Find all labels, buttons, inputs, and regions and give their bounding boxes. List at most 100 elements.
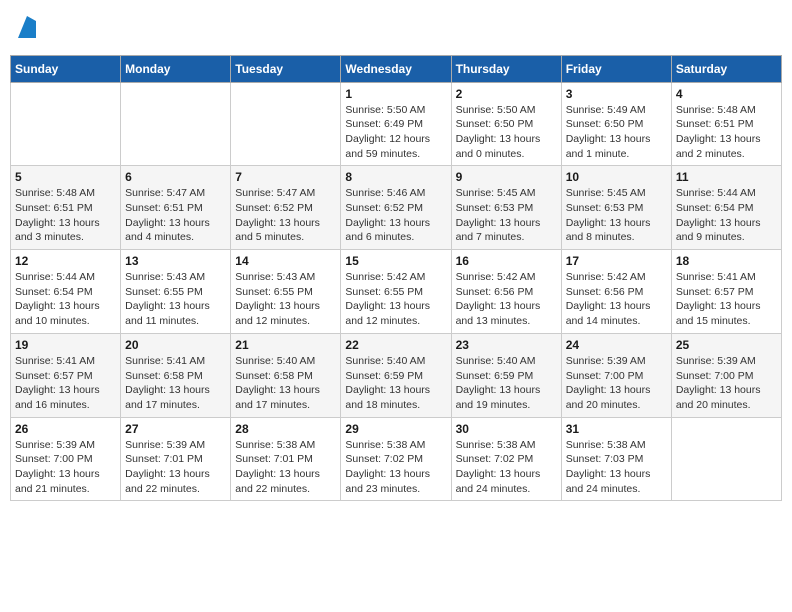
day-cell: 24 Sunrise: 5:39 AM Sunset: 7:00 PM Dayli… <box>561 333 671 417</box>
day-cell: 1Sunrise: 5:50 AM Sunset: 6:49 PM Daylig… <box>341 82 451 166</box>
day-info: Sunrise: 5:41 AM Sunset: 6:57 PM Dayligh… <box>676 270 777 329</box>
day-cell: 6 Sunrise: 5:47 AM Sunset: 6:51 PM Daylig… <box>121 166 231 250</box>
day-cell: 29 Sunrise: 5:38 AM Sunset: 7:02 PM Dayli… <box>341 417 451 501</box>
day-number: 8 <box>345 170 446 184</box>
day-info: Sunrise: 5:45 AM Sunset: 6:53 PM Dayligh… <box>456 186 557 245</box>
day-number: 2 <box>456 87 557 101</box>
day-number: 20 <box>125 338 226 352</box>
day-info: Sunrise: 5:46 AM Sunset: 6:52 PM Dayligh… <box>345 186 446 245</box>
day-number: 29 <box>345 422 446 436</box>
day-info: Sunrise: 5:39 AM Sunset: 7:00 PM Dayligh… <box>566 354 667 413</box>
day-number: 11 <box>676 170 777 184</box>
day-info: Sunrise: 5:44 AM Sunset: 6:54 PM Dayligh… <box>676 186 777 245</box>
day-info: Sunrise: 5:44 AM Sunset: 6:54 PM Dayligh… <box>15 270 116 329</box>
day-number: 4 <box>676 87 777 101</box>
week-row-5: 26 Sunrise: 5:39 AM Sunset: 7:00 PM Dayli… <box>11 417 782 501</box>
day-info: Sunrise: 5:38 AM Sunset: 7:03 PM Dayligh… <box>566 438 667 497</box>
day-number: 27 <box>125 422 226 436</box>
day-info: Sunrise: 5:41 AM Sunset: 6:57 PM Dayligh… <box>15 354 116 413</box>
day-info: Sunrise: 5:40 AM Sunset: 6:59 PM Dayligh… <box>345 354 446 413</box>
day-cell: 4 Sunrise: 5:48 AM Sunset: 6:51 PM Daylig… <box>671 82 781 166</box>
day-cell: 28Sunrise: 5:38 AM Sunset: 7:01 PM Dayli… <box>231 417 341 501</box>
day-info: Sunrise: 5:39 AM Sunset: 7:00 PM Dayligh… <box>676 354 777 413</box>
logo-icon <box>18 16 36 38</box>
day-number: 30 <box>456 422 557 436</box>
day-info: Sunrise: 5:39 AM Sunset: 7:01 PM Dayligh… <box>125 438 226 497</box>
day-info: Sunrise: 5:42 AM Sunset: 6:56 PM Dayligh… <box>566 270 667 329</box>
day-cell: 19Sunrise: 5:41 AM Sunset: 6:57 PM Dayli… <box>11 333 121 417</box>
day-number: 24 <box>566 338 667 352</box>
day-info: Sunrise: 5:50 AM Sunset: 6:50 PM Dayligh… <box>456 103 557 162</box>
week-row-3: 12 Sunrise: 5:44 AM Sunset: 6:54 PM Dayli… <box>11 250 782 334</box>
day-cell: 8 Sunrise: 5:46 AM Sunset: 6:52 PM Daylig… <box>341 166 451 250</box>
day-cell: 14 Sunrise: 5:43 AM Sunset: 6:55 PM Dayli… <box>231 250 341 334</box>
day-number: 12 <box>15 254 116 268</box>
calendar-table: SundayMondayTuesdayWednesdayThursdayFrid… <box>10 55 782 502</box>
day-number: 3 <box>566 87 667 101</box>
day-cell: 26 Sunrise: 5:39 AM Sunset: 7:00 PM Dayli… <box>11 417 121 501</box>
day-info: Sunrise: 5:41 AM Sunset: 6:58 PM Dayligh… <box>125 354 226 413</box>
day-cell: 25 Sunrise: 5:39 AM Sunset: 7:00 PM Dayli… <box>671 333 781 417</box>
weekday-sunday: Sunday <box>11 55 121 82</box>
day-info: Sunrise: 5:38 AM Sunset: 7:02 PM Dayligh… <box>345 438 446 497</box>
day-cell <box>231 82 341 166</box>
day-info: Sunrise: 5:39 AM Sunset: 7:00 PM Dayligh… <box>15 438 116 497</box>
weekday-tuesday: Tuesday <box>231 55 341 82</box>
day-cell: 9 Sunrise: 5:45 AM Sunset: 6:53 PM Daylig… <box>451 166 561 250</box>
logo <box>16 14 36 43</box>
day-info: Sunrise: 5:47 AM Sunset: 6:52 PM Dayligh… <box>235 186 336 245</box>
day-cell: 23 Sunrise: 5:40 AM Sunset: 6:59 PM Dayli… <box>451 333 561 417</box>
day-number: 26 <box>15 422 116 436</box>
weekday-header-row: SundayMondayTuesdayWednesdayThursdayFrid… <box>11 55 782 82</box>
day-number: 23 <box>456 338 557 352</box>
day-info: Sunrise: 5:38 AM Sunset: 7:02 PM Dayligh… <box>456 438 557 497</box>
day-cell <box>671 417 781 501</box>
day-number: 14 <box>235 254 336 268</box>
day-cell: 10 Sunrise: 5:45 AM Sunset: 6:53 PM Dayli… <box>561 166 671 250</box>
day-info: Sunrise: 5:47 AM Sunset: 6:51 PM Dayligh… <box>125 186 226 245</box>
day-info: Sunrise: 5:43 AM Sunset: 6:55 PM Dayligh… <box>235 270 336 329</box>
day-cell: 7Sunrise: 5:47 AM Sunset: 6:52 PM Daylig… <box>231 166 341 250</box>
day-info: Sunrise: 5:42 AM Sunset: 6:56 PM Dayligh… <box>456 270 557 329</box>
week-row-1: 1Sunrise: 5:50 AM Sunset: 6:49 PM Daylig… <box>11 82 782 166</box>
day-number: 21 <box>235 338 336 352</box>
day-cell <box>121 82 231 166</box>
week-row-2: 5Sunrise: 5:48 AM Sunset: 6:51 PM Daylig… <box>11 166 782 250</box>
day-number: 16 <box>456 254 557 268</box>
day-info: Sunrise: 5:43 AM Sunset: 6:55 PM Dayligh… <box>125 270 226 329</box>
day-number: 31 <box>566 422 667 436</box>
day-info: Sunrise: 5:40 AM Sunset: 6:58 PM Dayligh… <box>235 354 336 413</box>
calendar-body: 1Sunrise: 5:50 AM Sunset: 6:49 PM Daylig… <box>11 82 782 501</box>
day-cell: 21 Sunrise: 5:40 AM Sunset: 6:58 PM Dayli… <box>231 333 341 417</box>
day-cell: 12 Sunrise: 5:44 AM Sunset: 6:54 PM Dayli… <box>11 250 121 334</box>
day-info: Sunrise: 5:40 AM Sunset: 6:59 PM Dayligh… <box>456 354 557 413</box>
day-number: 17 <box>566 254 667 268</box>
day-info: Sunrise: 5:48 AM Sunset: 6:51 PM Dayligh… <box>676 103 777 162</box>
day-number: 25 <box>676 338 777 352</box>
day-cell: 30 Sunrise: 5:38 AM Sunset: 7:02 PM Dayli… <box>451 417 561 501</box>
day-cell: 3Sunrise: 5:49 AM Sunset: 6:50 PM Daylig… <box>561 82 671 166</box>
day-cell: 17 Sunrise: 5:42 AM Sunset: 6:56 PM Dayli… <box>561 250 671 334</box>
day-cell: 11 Sunrise: 5:44 AM Sunset: 6:54 PM Dayli… <box>671 166 781 250</box>
day-cell: 15 Sunrise: 5:42 AM Sunset: 6:55 PM Dayli… <box>341 250 451 334</box>
day-info: Sunrise: 5:45 AM Sunset: 6:53 PM Dayligh… <box>566 186 667 245</box>
day-cell: 18 Sunrise: 5:41 AM Sunset: 6:57 PM Dayli… <box>671 250 781 334</box>
day-number: 18 <box>676 254 777 268</box>
day-cell: 31 Sunrise: 5:38 AM Sunset: 7:03 PM Dayli… <box>561 417 671 501</box>
day-number: 22 <box>345 338 446 352</box>
week-row-4: 19Sunrise: 5:41 AM Sunset: 6:57 PM Dayli… <box>11 333 782 417</box>
day-cell: 20 Sunrise: 5:41 AM Sunset: 6:58 PM Dayli… <box>121 333 231 417</box>
weekday-wednesday: Wednesday <box>341 55 451 82</box>
day-cell: 2 Sunrise: 5:50 AM Sunset: 6:50 PM Daylig… <box>451 82 561 166</box>
day-info: Sunrise: 5:42 AM Sunset: 6:55 PM Dayligh… <box>345 270 446 329</box>
day-number: 28 <box>235 422 336 436</box>
day-cell: 27 Sunrise: 5:39 AM Sunset: 7:01 PM Dayli… <box>121 417 231 501</box>
day-number: 13 <box>125 254 226 268</box>
weekday-monday: Monday <box>121 55 231 82</box>
day-number: 15 <box>345 254 446 268</box>
day-number: 10 <box>566 170 667 184</box>
day-number: 6 <box>125 170 226 184</box>
day-info: Sunrise: 5:48 AM Sunset: 6:51 PM Dayligh… <box>15 186 116 245</box>
weekday-thursday: Thursday <box>451 55 561 82</box>
day-number: 9 <box>456 170 557 184</box>
